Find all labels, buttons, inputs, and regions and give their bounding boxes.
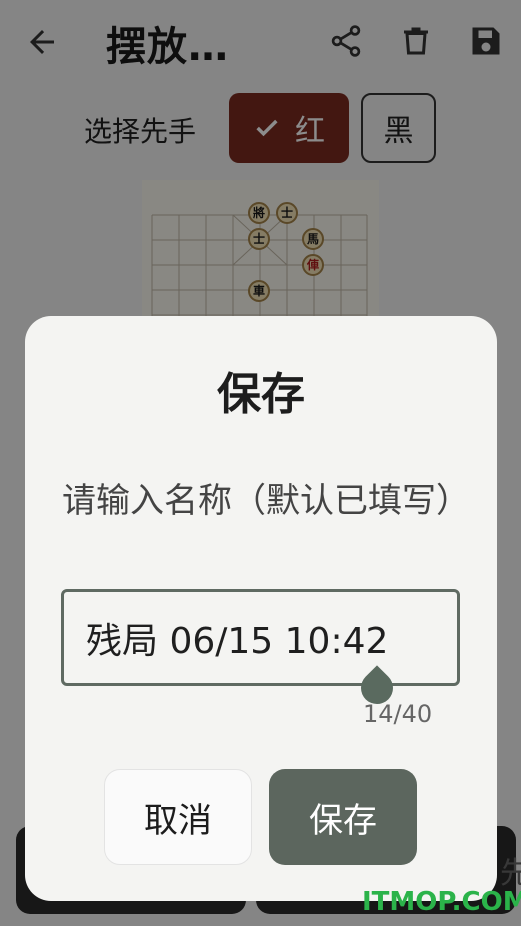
save-dialog: 保存 请输入名称（默认已填写） 14/40 取消 保存 bbox=[25, 316, 497, 901]
cancel-button[interactable]: 取消 bbox=[104, 769, 252, 865]
site-watermark: ITMOP.COM bbox=[362, 887, 521, 917]
dialog-prompt: 请输入名称（默认已填写） bbox=[62, 481, 470, 521]
confirm-save-button[interactable]: 保存 bbox=[269, 769, 417, 865]
dialog-title: 保存 bbox=[217, 369, 305, 420]
character-counter: 14/40 bbox=[363, 700, 433, 728]
name-field[interactable] bbox=[61, 589, 460, 686]
name-input[interactable] bbox=[64, 592, 457, 683]
